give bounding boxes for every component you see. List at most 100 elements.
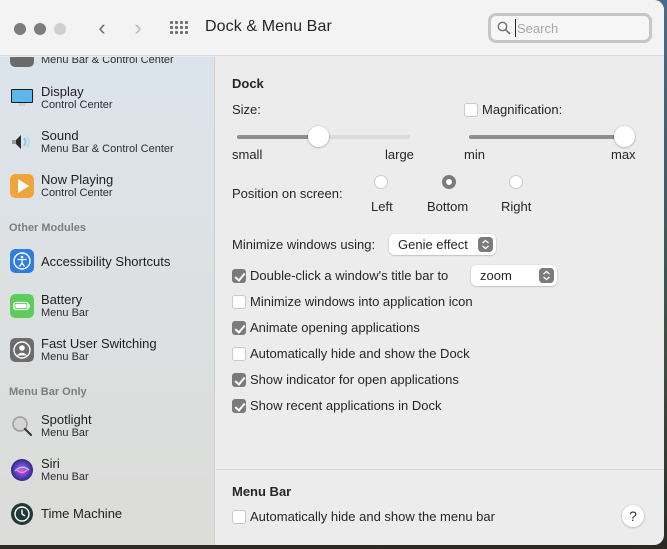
grid-dot-icon — [185, 26, 188, 29]
size-slider[interactable] — [237, 126, 410, 147]
magnification-slider[interactable] — [469, 126, 635, 147]
dock-option-label: Automatically hide and show the Dock — [250, 346, 470, 361]
grid-dot-icon — [185, 21, 188, 24]
dock-settings-panel: Dock Size: small large Magnification: mi… — [216, 57, 664, 545]
position-left-radio[interactable] — [374, 175, 388, 189]
search-field[interactable] — [488, 13, 652, 43]
sidebar-item-subtitle: Menu Bar & Control Center — [41, 57, 174, 66]
dock-section-title: Dock — [232, 76, 264, 91]
magnifier-icon — [12, 416, 33, 437]
menubar-autohide-checkbox[interactable] — [232, 510, 246, 524]
size-min-label: small — [232, 147, 263, 162]
position-right-radio[interactable] — [509, 175, 523, 189]
position-label: Position on screen: — [232, 186, 343, 201]
display-icon — [11, 89, 33, 106]
minimize-effect-popup[interactable]: Genie effect — [389, 234, 496, 255]
battery-icon — [10, 294, 34, 318]
dock-option-checkbox[interactable] — [232, 373, 246, 387]
grid-dot-icon — [185, 31, 188, 34]
title-bar: ‹ › Dock & Menu Bar — [0, 0, 664, 56]
back-button[interactable]: ‹ — [91, 16, 113, 42]
close-window-button[interactable] — [14, 23, 26, 35]
zoom-window-button[interactable] — [54, 23, 66, 35]
sidebar: Menu Bar & Control Center Display Contro… — [0, 57, 215, 545]
grid-dot-icon — [170, 31, 173, 34]
sidebar-item-title: Fast User Switching — [41, 336, 157, 351]
dock-option-label: Minimize windows into application icon — [250, 294, 473, 309]
magnification-checkbox[interactable] — [464, 103, 478, 117]
user-icon — [10, 338, 34, 362]
dock-option-label: Show indicator for open applications — [250, 372, 459, 387]
play-icon — [10, 174, 34, 198]
dock-option-checkbox[interactable] — [232, 295, 246, 309]
sidebar-item-time-machine[interactable]: Time Machine — [0, 498, 214, 542]
grid-dot-icon — [175, 21, 178, 24]
forward-button[interactable]: › — [127, 16, 149, 42]
sidebar-section-header: Other Modules — [9, 222, 87, 234]
system-preferences-window: ‹ › Dock & Menu Bar Menu Bar & Control C… — [0, 0, 664, 545]
grid-dot-icon — [175, 26, 178, 29]
sidebar-item-subtitle: Control Center — [41, 99, 113, 111]
search-input[interactable] — [515, 19, 645, 37]
sidebar-item-siri[interactable]: Siri Menu Bar — [0, 454, 214, 498]
search-icon — [497, 21, 511, 35]
sidebar-item-title: Sound — [41, 128, 79, 143]
minimize-window-button[interactable] — [34, 23, 46, 35]
sidebar-item-title: Battery — [41, 292, 83, 307]
show-all-button[interactable] — [170, 21, 188, 35]
chevron-right-icon: › — [134, 15, 142, 40]
time-machine-icon — [11, 503, 33, 525]
grid-dot-icon — [170, 26, 173, 29]
sidebar-item-now-playing[interactable]: Now Playing Control Center — [0, 170, 214, 214]
sidebar-section-header: Menu Bar Only — [9, 386, 87, 398]
sidebar-item-fast-user-switching[interactable]: Fast User Switching Menu Bar — [0, 334, 214, 378]
magnification-slider-knob[interactable] — [613, 126, 635, 147]
partially-hidden-icon — [10, 57, 34, 67]
sidebar-item-spotlight[interactable]: Spotlight Menu Bar — [0, 410, 214, 454]
sidebar-item-display[interactable]: Display Control Center — [0, 82, 214, 126]
sidebar-item-subtitle: Menu Bar — [41, 427, 89, 439]
double-click-label: Double-click a window's title bar to — [250, 268, 449, 283]
window-title: Dock & Menu Bar — [205, 18, 332, 35]
magnification-min-label: min — [464, 147, 485, 162]
sidebar-item-title: Now Playing — [41, 172, 114, 187]
dock-option-label: Show recent applications in Dock — [250, 398, 442, 413]
dock-option-checkbox[interactable] — [232, 347, 246, 361]
minimize-using-label: Minimize windows using: — [232, 237, 376, 252]
dock-option-checkbox[interactable] — [232, 399, 246, 413]
sidebar-item-accessibility-shortcuts[interactable]: Accessibility Shortcuts — [0, 247, 214, 291]
help-button[interactable]: ? — [622, 505, 644, 527]
size-slider-knob[interactable] — [307, 126, 329, 147]
size-max-label: large — [385, 147, 414, 162]
sidebar-item-battery[interactable]: Battery Menu Bar — [0, 290, 214, 334]
sidebar-item-title: Accessibility Shortcuts — [41, 254, 171, 269]
minimize-effect-value: Genie effect — [398, 237, 468, 252]
size-label: Size: — [232, 102, 261, 117]
sidebar-item-sound[interactable]: Sound Menu Bar & Control Center — [0, 126, 214, 170]
double-click-checkbox[interactable] — [232, 269, 246, 283]
menubar-section-title: Menu Bar — [232, 484, 292, 499]
sidebar-item-title: Siri — [41, 456, 60, 471]
up-down-chevron-icon — [478, 237, 493, 252]
dock-option-checkbox[interactable] — [232, 321, 246, 335]
sidebar-item-title: Display — [41, 84, 84, 99]
magnification-max-label: max — [611, 147, 636, 162]
position-bottom-radio[interactable] — [442, 175, 456, 189]
sidebar-item-title: Spotlight — [41, 412, 92, 427]
size-slider-fill — [237, 135, 319, 139]
grid-dot-icon — [180, 26, 183, 29]
sidebar-item-subtitle: Control Center — [41, 187, 113, 199]
siri-icon — [11, 459, 33, 481]
up-down-chevron-icon — [539, 268, 554, 283]
sidebar-item-subtitle: Menu Bar — [41, 307, 89, 319]
grid-dot-icon — [180, 21, 183, 24]
question-mark-icon: ? — [629, 508, 637, 524]
grid-dot-icon — [175, 31, 178, 34]
magnification-slider-fill — [469, 135, 624, 139]
chevron-left-icon: ‹ — [98, 15, 106, 40]
sidebar-item-title: Time Machine — [41, 506, 123, 521]
double-click-action-popup[interactable]: zoom — [471, 265, 557, 286]
sidebar-item-subtitle: Menu Bar — [41, 471, 89, 483]
grid-dot-icon — [170, 21, 173, 24]
sidebar-item-subtitle: Menu Bar & Control Center — [41, 143, 174, 155]
